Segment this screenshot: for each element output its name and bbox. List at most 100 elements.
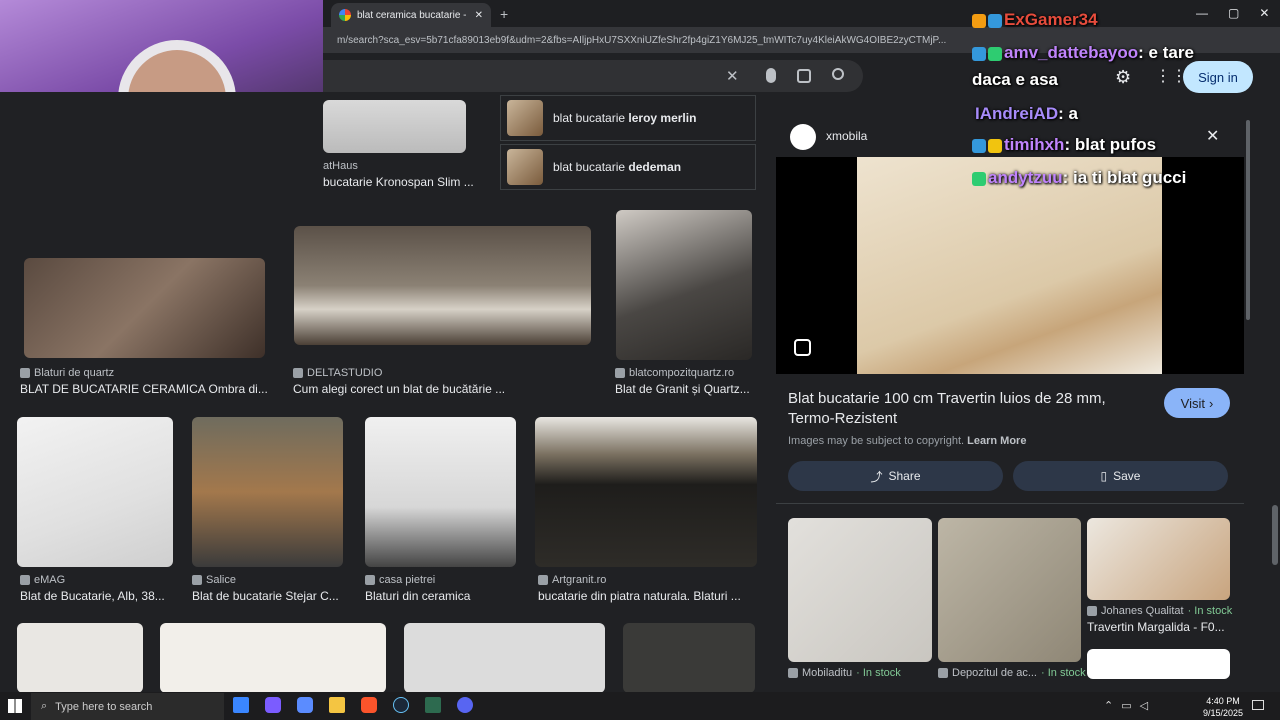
site-favicon [538,575,548,585]
result-thumb-deltastudio[interactable] [294,226,591,345]
result-source: DELTASTUDIO [293,367,382,379]
result-source: eMAG [20,574,65,586]
bookmark-icon: ▯ [1100,469,1108,483]
tab-google-search[interactable]: blat ceramica bucatarie - Google ✕ [331,3,491,27]
start-icon[interactable] [8,699,22,713]
site-favicon [293,368,303,378]
page-scrollbar[interactable] [1272,505,1278,565]
app-icon[interactable] [297,697,313,713]
similar-source: Johanes Qualitat · In stock [1087,605,1232,617]
lens-icon[interactable] [797,69,811,83]
system-tray: ⌃ ▭ ◁ [1104,699,1148,712]
new-tab-icon[interactable]: + [500,6,508,22]
related-thumb [507,100,543,136]
search-icon[interactable] [832,68,844,80]
share-label: Share [888,469,921,483]
sign-in-button[interactable]: Sign in [1183,61,1253,93]
file-explorer-icon[interactable] [329,697,345,713]
site-favicon [1087,606,1097,616]
result-source: Blaturi de quartz [20,367,114,379]
result-title[interactable]: Blat de Granit și Quartz... [615,382,755,396]
chat-message: amv_dattebayoo: e tare [972,43,1194,63]
similar-thumb-1[interactable] [788,518,932,662]
copyright-note: Images may be subject to copyright. Lear… [788,435,1027,447]
divider [776,503,1244,504]
result-thumb-granit[interactable] [616,210,752,360]
result-source: casa pietrei [365,574,435,586]
related-label: blat bucatarie leroy merlin [553,111,697,125]
chat-message: IAndreiAD: a [975,104,1078,123]
preview-title[interactable]: Blat bucatarie 100 cm Travertin luios de… [788,389,1148,429]
result-title[interactable]: Cum alegi corect un blat de bucătărie ..… [293,382,593,396]
badge-icon [972,171,986,186]
related-search-leroy[interactable]: blat bucatarie leroy merlin [500,95,756,141]
discord-icon[interactable] [457,697,473,713]
maximize-icon[interactable]: ▢ [1228,6,1239,20]
chat-message: ExGamer34 [972,10,1098,30]
result-source: Artgranit.ro [538,574,606,586]
similar-thumb-4[interactable] [1087,649,1230,679]
similar-title[interactable]: Travertin Margalida - F0... [1087,620,1232,634]
result-thumb-row4[interactable] [404,623,605,693]
learn-more-link[interactable]: Learn More [967,435,1026,447]
result-source: atHaus [323,160,358,172]
similar-thumb-2[interactable] [938,518,1081,662]
result-thumb-row4[interactable] [17,623,143,693]
panel-scrollbar[interactable] [1246,120,1250,320]
visit-label: Visit [1180,395,1205,411]
lens-search-icon[interactable] [794,339,811,356]
badge-icon [972,13,986,28]
result-title[interactable]: Blat de bucatarie Stejar C... [192,589,344,603]
network-icon[interactable]: ▭ [1121,699,1131,712]
similar-thumb-3[interactable] [1087,518,1230,600]
task-view-icon[interactable] [233,697,249,713]
similar-source: Mobiladitu · In stock [788,667,901,679]
result-thumb-kronospan[interactable] [323,100,466,153]
volume-icon[interactable]: ◁ [1140,699,1148,712]
result-thumb-artgranit[interactable] [535,417,757,567]
result-thumb-emag[interactable] [17,417,173,567]
settings-gear-icon[interactable]: ⚙ [1115,67,1131,88]
site-favicon [365,575,375,585]
close-window-icon[interactable]: ✕ [1259,6,1269,20]
chat-message: daca e asa [972,70,1059,89]
share-icon: ⤴ [870,469,883,484]
result-title[interactable]: bucatarie din piatra naturala. Blaturi .… [538,589,758,603]
tab-title: blat ceramica bucatarie - Google [357,9,469,21]
result-title[interactable]: Blat de Bucatarie, Alb, 38... [20,589,170,603]
visit-button[interactable]: Visit › [1164,388,1230,418]
voice-search-icon[interactable] [766,68,776,83]
related-search-dedeman[interactable]: blat bucatarie dedeman [500,144,756,190]
steam-icon[interactable] [393,697,409,713]
result-title[interactable]: Blaturi din ceramica [365,589,517,603]
terminal-icon[interactable] [425,697,441,713]
brave-icon[interactable] [361,697,377,713]
preview-image[interactable] [776,157,1244,374]
result-title[interactable]: bucatarie Kronospan Slim ... [323,175,483,189]
image-preview-panel: xmobila ✕ Blat bucatarie 100 cm Traverti… [776,100,1244,692]
window-controls: — ▢ ✕ [1196,6,1269,20]
image-results: atHaus bucatarie Kronospan Slim ... blat… [0,92,770,693]
search-box[interactable] [323,60,863,92]
result-thumb-salice[interactable] [192,417,343,567]
clock[interactable]: 4:40 PM 9/15/2025 [1203,695,1243,719]
clear-search-icon[interactable]: ✕ [726,67,739,85]
copilot-icon[interactable] [265,697,281,713]
result-title[interactable]: BLAT DE BUCATARIE CERAMICA Ombra di... [20,382,270,396]
clock-date: 9/15/2025 [1203,708,1244,718]
badge-icon [988,138,1002,153]
taskbar-search[interactable]: ⌕ Type here to search [31,693,224,720]
close-tab-icon[interactable]: ✕ [475,10,483,21]
badge-icon [988,46,1002,61]
result-thumb-row4[interactable] [160,623,386,693]
minimize-icon[interactable]: — [1196,6,1208,20]
result-thumb-row4[interactable] [623,623,755,693]
notifications-icon[interactable] [1252,700,1264,710]
result-thumb-casa-pietrei[interactable] [365,417,516,567]
site-name: xmobila [826,129,868,143]
share-button[interactable]: ⤴ Share [788,461,1003,491]
result-thumb-ombra[interactable] [24,258,265,358]
save-button[interactable]: ▯ Save [1013,461,1228,491]
close-panel-icon[interactable]: ✕ [1206,126,1219,146]
chevron-up-icon[interactable]: ⌃ [1104,699,1113,712]
